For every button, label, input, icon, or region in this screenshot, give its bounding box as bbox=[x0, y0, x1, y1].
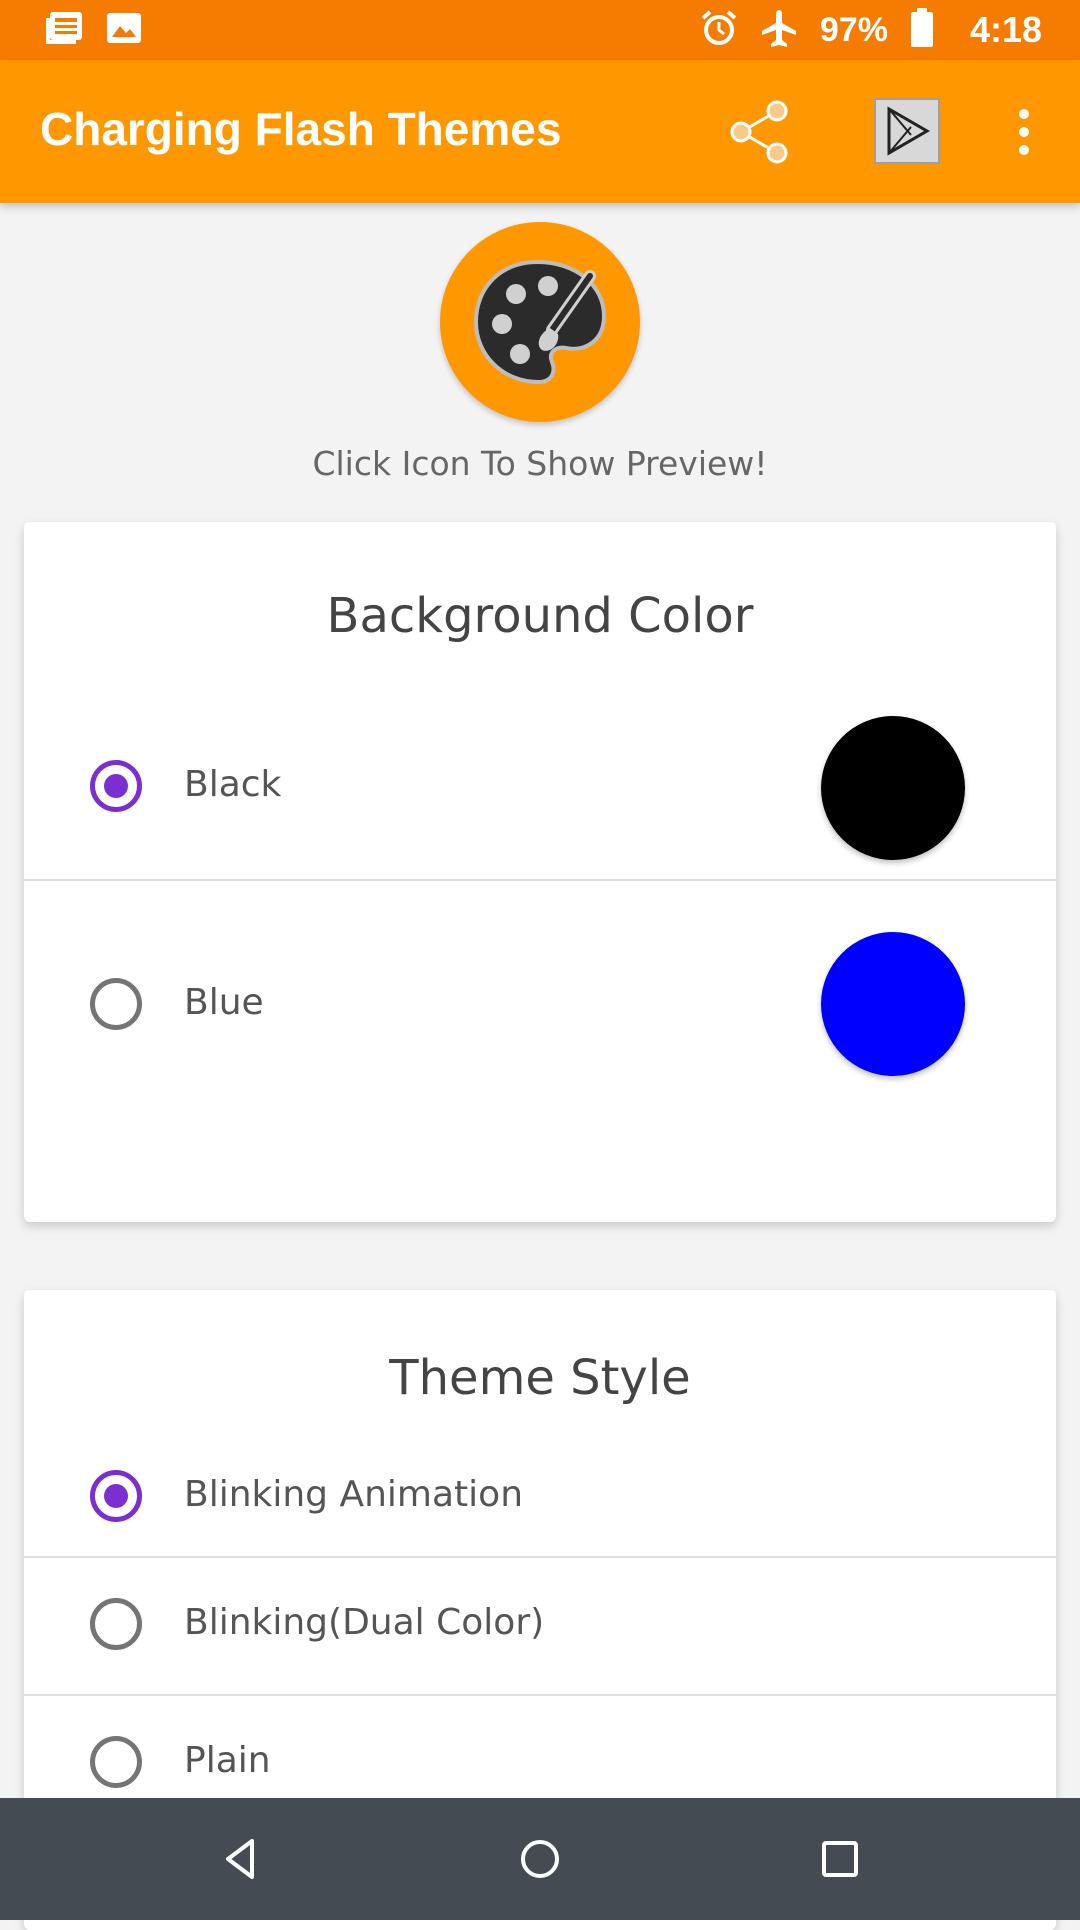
palette-icon bbox=[473, 259, 607, 385]
alarm-icon bbox=[700, 9, 738, 51]
radio-black[interactable] bbox=[90, 760, 142, 812]
background-color-card: Background Color Black Blue bbox=[24, 522, 1056, 1222]
theme-option-label: Blinking Animation bbox=[184, 1474, 524, 1515]
share-button[interactable] bbox=[720, 92, 800, 172]
battery-icon bbox=[910, 8, 934, 52]
bg-option-black[interactable]: Black bbox=[24, 692, 1056, 880]
recents-icon bbox=[822, 1841, 858, 1877]
airplane-icon bbox=[760, 8, 798, 52]
news-icon bbox=[44, 10, 84, 50]
back-icon bbox=[226, 1839, 254, 1879]
home-icon bbox=[521, 1840, 559, 1878]
theme-option-label: Plain bbox=[184, 1740, 271, 1781]
share-icon bbox=[730, 100, 788, 164]
more-options-button[interactable] bbox=[1000, 102, 1048, 162]
blue-color-swatch[interactable] bbox=[821, 932, 965, 1076]
radio-blue[interactable] bbox=[90, 978, 142, 1030]
play-store-button[interactable] bbox=[874, 98, 940, 164]
theme-option-blinking-dual-color[interactable]: Blinking(Dual Color) bbox=[24, 1558, 1056, 1694]
play-store-icon bbox=[887, 106, 930, 156]
app-title: Charging Flash Themes bbox=[40, 103, 562, 155]
background-color-title: Background Color bbox=[326, 588, 754, 644]
back-button[interactable] bbox=[210, 1829, 270, 1889]
battery-percent: 97% bbox=[819, 10, 888, 49]
theme-option-label: Blinking(Dual Color) bbox=[184, 1602, 545, 1643]
radio-blinking-dual-color[interactable] bbox=[90, 1598, 142, 1650]
more-vert-icon bbox=[1019, 109, 1029, 119]
system-nav-bar bbox=[0, 1798, 1080, 1920]
black-color-swatch[interactable] bbox=[821, 716, 965, 860]
clock: 4:18 bbox=[969, 9, 1042, 50]
radio-blinking-animation[interactable] bbox=[90, 1470, 142, 1522]
radio-plain[interactable] bbox=[90, 1736, 142, 1788]
theme-option-blinking-animation[interactable]: Blinking Animation bbox=[24, 1430, 1056, 1566]
status-bar: 97% 4:18 bbox=[0, 0, 1080, 60]
image-icon bbox=[106, 12, 142, 48]
bg-option-blue[interactable]: Blue bbox=[24, 902, 1056, 1122]
divider bbox=[24, 879, 1056, 881]
app-bar: Charging Flash Themes bbox=[0, 60, 1080, 203]
preview-icon-button[interactable] bbox=[440, 222, 640, 422]
theme-style-title: Theme Style bbox=[389, 1350, 691, 1406]
bg-option-label: Black bbox=[184, 764, 282, 805]
preview-caption: Click Icon To Show Preview! bbox=[312, 444, 768, 483]
home-button[interactable] bbox=[510, 1829, 570, 1889]
bg-option-label: Blue bbox=[184, 982, 264, 1023]
recents-button[interactable] bbox=[810, 1829, 870, 1889]
